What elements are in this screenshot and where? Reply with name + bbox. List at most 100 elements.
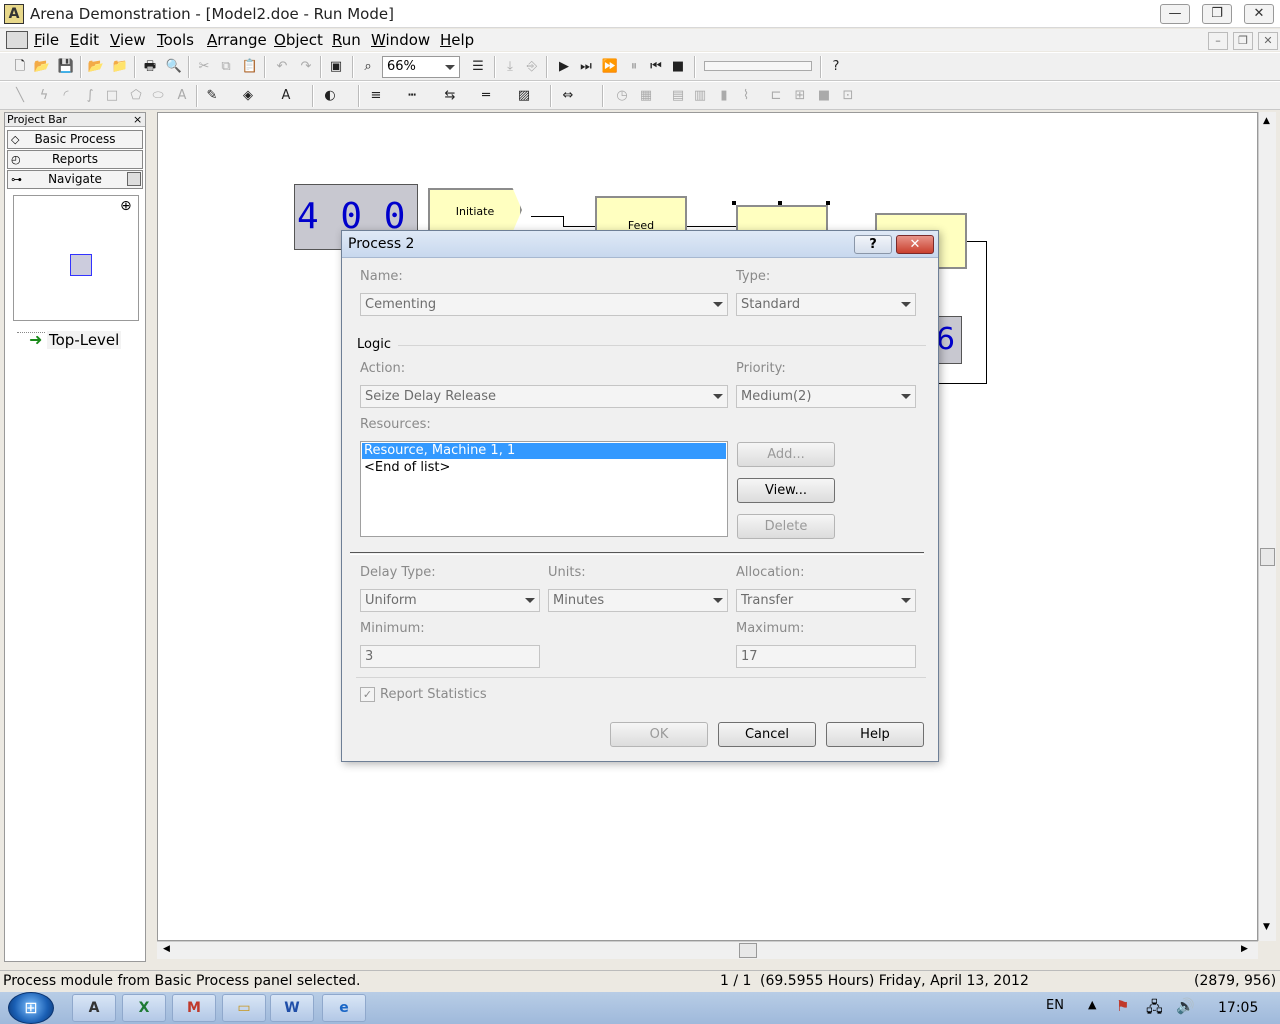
paste-icon[interactable]: 📋 — [240, 57, 260, 77]
clock-icon[interactable]: ◷ — [612, 86, 632, 106]
type-select[interactable]: Standard — [736, 293, 916, 316]
print-icon[interactable]: 🖶 — [140, 57, 160, 77]
navigate-thumbnail[interactable]: ⊕ — [13, 195, 139, 321]
text-icon[interactable]: A — [172, 86, 192, 106]
menu-run[interactable]: Run — [332, 31, 361, 49]
save-icon[interactable]: 💾 — [56, 57, 76, 77]
animation-speed-slider[interactable] — [704, 61, 812, 71]
language-indicator[interactable]: EN — [1046, 998, 1064, 1013]
delete-button[interactable]: Delete — [737, 514, 835, 539]
document-menu-icon[interactable] — [6, 31, 28, 49]
ellipse-icon[interactable]: ⬭ — [148, 86, 168, 106]
arrow-style-icon[interactable]: ⇆ — [440, 86, 460, 106]
vertical-scroll-thumb[interactable] — [1260, 548, 1275, 566]
level-icon[interactable]: ▥ — [690, 86, 710, 106]
view-region-icon[interactable]: ▣ — [326, 57, 346, 77]
fill-pattern-icon[interactable]: ▨ — [514, 86, 534, 106]
run-go-icon[interactable]: ▶ — [554, 57, 574, 77]
create-module-initiate[interactable]: Initiate — [428, 188, 522, 232]
menu-edit[interactable]: Edit — [70, 31, 99, 49]
end-of-list-item[interactable]: <End of list> — [362, 460, 726, 476]
dialog-close-button[interactable]: ✕ — [896, 235, 934, 254]
tray-expand-icon[interactable]: ▲ — [1088, 998, 1096, 1011]
menu-object[interactable]: Object — [274, 31, 323, 49]
arc-icon[interactable]: ◜ — [56, 86, 76, 106]
polygon-icon[interactable]: ⬠ — [126, 86, 146, 106]
zoom-icon[interactable]: ⌕ — [358, 57, 378, 77]
scroll-up-icon[interactable]: ▲ — [1263, 116, 1270, 126]
project-bar-close-icon[interactable]: × — [133, 113, 142, 126]
delay-type-select[interactable]: Uniform — [360, 589, 540, 612]
start-over-icon[interactable]: ⏮ — [646, 57, 666, 77]
mdi-minimize-button[interactable]: – — [1208, 32, 1228, 50]
horizontal-scroll-thumb[interactable] — [739, 943, 757, 958]
menu-view[interactable]: View — [110, 31, 146, 49]
date-icon[interactable]: ▦ — [636, 86, 656, 106]
vertical-scrollbar[interactable]: ▲ ▼ — [1258, 112, 1276, 941]
resources-listbox[interactable]: Resource, Machine 1, 1 <End of list> — [360, 441, 728, 537]
variable-icon[interactable]: ▤ — [668, 86, 688, 106]
zoom-select[interactable]: 66% — [382, 56, 460, 78]
help-button[interactable]: Help — [826, 722, 924, 747]
allocation-select[interactable]: Transfer — [736, 589, 916, 612]
start-button[interactable]: ⊞ — [8, 992, 54, 1024]
copy-icon[interactable]: ⧉ — [216, 57, 236, 77]
run-step-icon[interactable]: ⏭ — [576, 57, 596, 77]
window-background-icon[interactable]: ◐ — [320, 86, 340, 106]
new-file-icon[interactable]: 🗋 — [10, 57, 30, 77]
report-statistics-checkbox[interactable]: ✓ — [360, 687, 375, 702]
fast-forward-icon[interactable]: ⏩ — [600, 57, 620, 77]
action-select[interactable]: Seize Delay Release — [360, 385, 728, 408]
menu-window[interactable]: Window — [371, 31, 430, 49]
submodel-icon[interactable]: ⎆ — [522, 57, 542, 77]
box-icon[interactable]: □ — [102, 86, 122, 106]
template-attach-icon[interactable]: 📂 — [86, 57, 106, 77]
taskbar-matlab-icon[interactable]: M — [172, 994, 216, 1022]
panel-reports[interactable]: Reports — [7, 150, 143, 169]
pause-icon[interactable]: ⏸ — [624, 57, 644, 77]
context-help-icon[interactable]: ? — [826, 57, 846, 77]
mdi-restore-button[interactable]: ❐ — [1233, 32, 1253, 50]
resource-list-item[interactable]: Resource, Machine 1, 1 — [362, 443, 726, 459]
menu-tools[interactable]: Tools — [157, 31, 194, 49]
priority-select[interactable]: Medium(2) — [736, 385, 916, 408]
resource-icon[interactable]: ■ — [814, 86, 834, 106]
print-preview-icon[interactable]: 🔍 — [164, 57, 184, 77]
taskbar-arena-icon[interactable]: A — [72, 994, 116, 1022]
connect-icon[interactable]: ⤓ — [500, 57, 520, 77]
network-icon[interactable]: 🖧 — [1146, 997, 1163, 1022]
line-width-icon[interactable]: ≡ — [366, 86, 386, 106]
polyline-icon[interactable]: ϟ — [34, 86, 54, 106]
line-pattern-icon[interactable]: ═ — [476, 86, 496, 106]
menu-arrange[interactable]: Arrange — [207, 31, 267, 49]
units-select[interactable]: Minutes — [548, 589, 728, 612]
thumbnail-icon[interactable] — [127, 172, 141, 186]
redo-icon[interactable]: ↷ — [296, 57, 316, 77]
cancel-button[interactable]: Cancel — [718, 722, 816, 747]
name-combobox[interactable]: Cementing — [360, 293, 728, 316]
minimum-input[interactable]: 3 — [360, 645, 540, 668]
open-folder-icon[interactable]: 📂 — [32, 57, 52, 77]
network-warning-icon[interactable]: ⚑ — [1116, 997, 1129, 1015]
stop-icon[interactable]: ■ — [668, 57, 688, 77]
volume-icon[interactable]: 🔊 — [1176, 997, 1195, 1015]
storage-icon[interactable]: ⊞ — [790, 86, 810, 106]
scroll-down-icon[interactable]: ▼ — [1263, 922, 1270, 932]
bezier-icon[interactable]: ∫ — [80, 86, 100, 106]
layers-icon[interactable]: ☰ — [468, 57, 488, 77]
plot-icon[interactable]: ⌇ — [736, 86, 756, 106]
menu-help[interactable]: Help — [440, 31, 474, 49]
dialog-help-button[interactable]: ? — [854, 235, 892, 254]
clock[interactable]: 17:05 — [1218, 1000, 1258, 1016]
text-color-icon[interactable]: A — [276, 86, 296, 106]
cut-icon[interactable]: ✂ — [194, 57, 214, 77]
undo-icon[interactable]: ↶ — [272, 57, 292, 77]
taskbar-excel-icon[interactable]: X — [122, 994, 166, 1022]
taskbar-explorer-icon[interactable]: ▭ — [222, 994, 266, 1022]
animate-connector-icon[interactable]: ⇔ — [558, 86, 578, 106]
horizontal-scrollbar[interactable]: ◀ ▶ — [157, 941, 1258, 959]
taskbar-word-icon[interactable]: W — [270, 994, 314, 1022]
maximum-input[interactable]: 17 — [736, 645, 916, 668]
add-button[interactable]: Add... — [737, 442, 835, 467]
global-icon[interactable]: ⊡ — [838, 86, 858, 106]
